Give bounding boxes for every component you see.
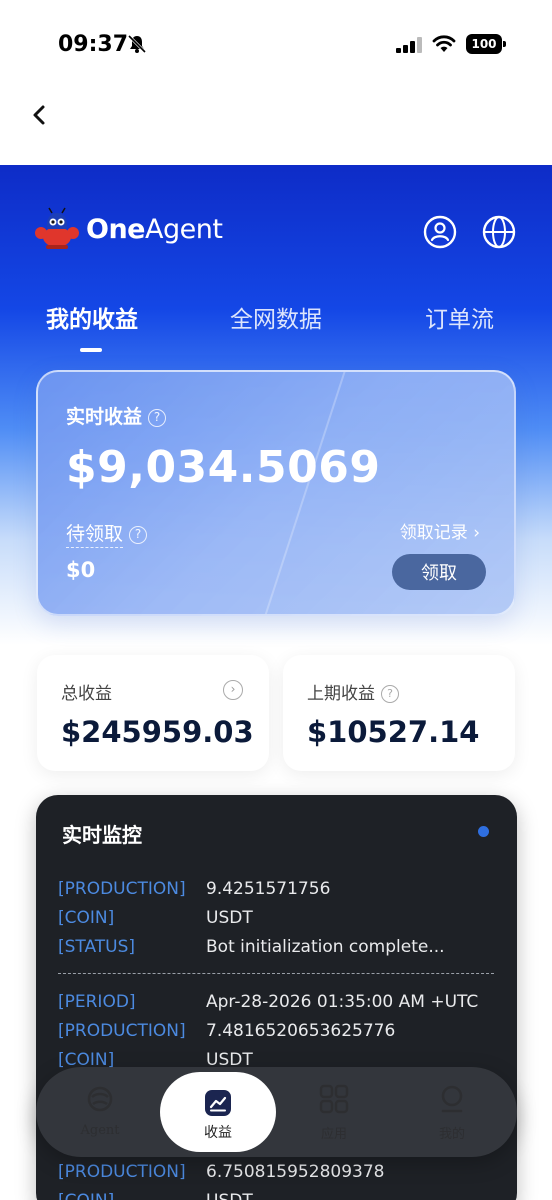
wifi-icon [432, 35, 456, 52]
last-period-earnings-value: $10527.14 [307, 715, 480, 749]
monitor-title: 实时监控 [62, 823, 142, 847]
nav-agent[interactable]: Agent [50, 1067, 150, 1157]
log-separator [58, 973, 494, 974]
help-icon[interactable]: ? [381, 685, 399, 703]
nav-agent-label: Agent [80, 1123, 120, 1138]
status-bar: 09:37 100 [0, 0, 552, 90]
back-button[interactable] [26, 100, 54, 130]
realtime-earnings-value: $9,034.5069 [66, 442, 381, 493]
log-entry: [PERIOD] Apr-28-2026 01:35:00 AM +UTC [58, 992, 479, 1012]
bottom-nav-bar: Agent 收益 应用 我的 [36, 1067, 517, 1157]
brand-name: OneAgent [86, 213, 223, 245]
claim-record-link[interactable]: 领取记录 › [400, 518, 480, 543]
log-entry: [COIN]USDT [58, 908, 253, 928]
log-entry: [COIN]USDT [58, 1191, 253, 1200]
brand-logo: OneAgent [34, 207, 223, 251]
nav-profile-label: 我的 [438, 1127, 465, 1142]
last-period-earnings-card: 上期收益? $10527.14 [283, 655, 515, 771]
tab-active-indicator [80, 348, 102, 352]
realtime-earnings-label: 实时收益? [66, 402, 167, 429]
nav-apps[interactable]: 应用 [284, 1067, 384, 1157]
live-status-dot [478, 826, 489, 837]
nav-earnings[interactable]: 收益 [160, 1072, 276, 1152]
nav-apps-label: 应用 [320, 1127, 347, 1142]
bell-muted-icon [127, 34, 147, 54]
realtime-earnings-card: 实时收益? $9,034.5069 待领取? $0 领取记录 › 领取 [36, 370, 516, 616]
user-account-icon[interactable] [423, 215, 457, 249]
crab-mascot-icon [35, 207, 79, 249]
apps-grid-icon [319, 1084, 349, 1114]
pending-claim-value: $0 [66, 558, 96, 582]
chevron-right-circle-icon[interactable]: › [223, 680, 243, 700]
earnings-chart-icon [205, 1090, 231, 1116]
nav-earnings-label: 收益 [204, 1125, 232, 1141]
tab-my-earnings[interactable]: 我的收益 [46, 300, 138, 334]
profile-icon [441, 1085, 463, 1113]
globe-language-icon[interactable] [482, 215, 516, 249]
pending-claim-label: 待领取? [66, 519, 148, 548]
last-period-earnings-label: 上期收益? [307, 679, 399, 704]
total-earnings-label: 总收益 [61, 684, 112, 704]
agent-icon [87, 1086, 113, 1112]
total-earnings-card: 总收益 › $245959.03 [37, 655, 269, 771]
claim-button[interactable]: 领取 [392, 554, 486, 590]
log-entry: [PRODUCTION] 9.4251571756 [58, 879, 331, 899]
status-time: 09:37 [58, 32, 129, 57]
log-entry: [PRODUCTION] 7.4816520653625776 [58, 1021, 396, 1041]
help-icon[interactable]: ? [148, 408, 167, 427]
tab-network-data[interactable]: 全网数据 [230, 300, 322, 334]
help-icon[interactable]: ? [129, 525, 148, 544]
nav-profile[interactable]: 我的 [402, 1067, 502, 1157]
battery-icon: 100 [466, 34, 506, 54]
tab-order-flow[interactable]: 订单流 [425, 300, 494, 334]
cell-signal-icon [396, 37, 422, 53]
log-entry: [STATUS] Bot initialization complete... [58, 937, 445, 957]
total-earnings-value: $245959.03 [61, 715, 254, 749]
log-entry: [PRODUCTION] 6.750815952809378 [58, 1162, 385, 1182]
